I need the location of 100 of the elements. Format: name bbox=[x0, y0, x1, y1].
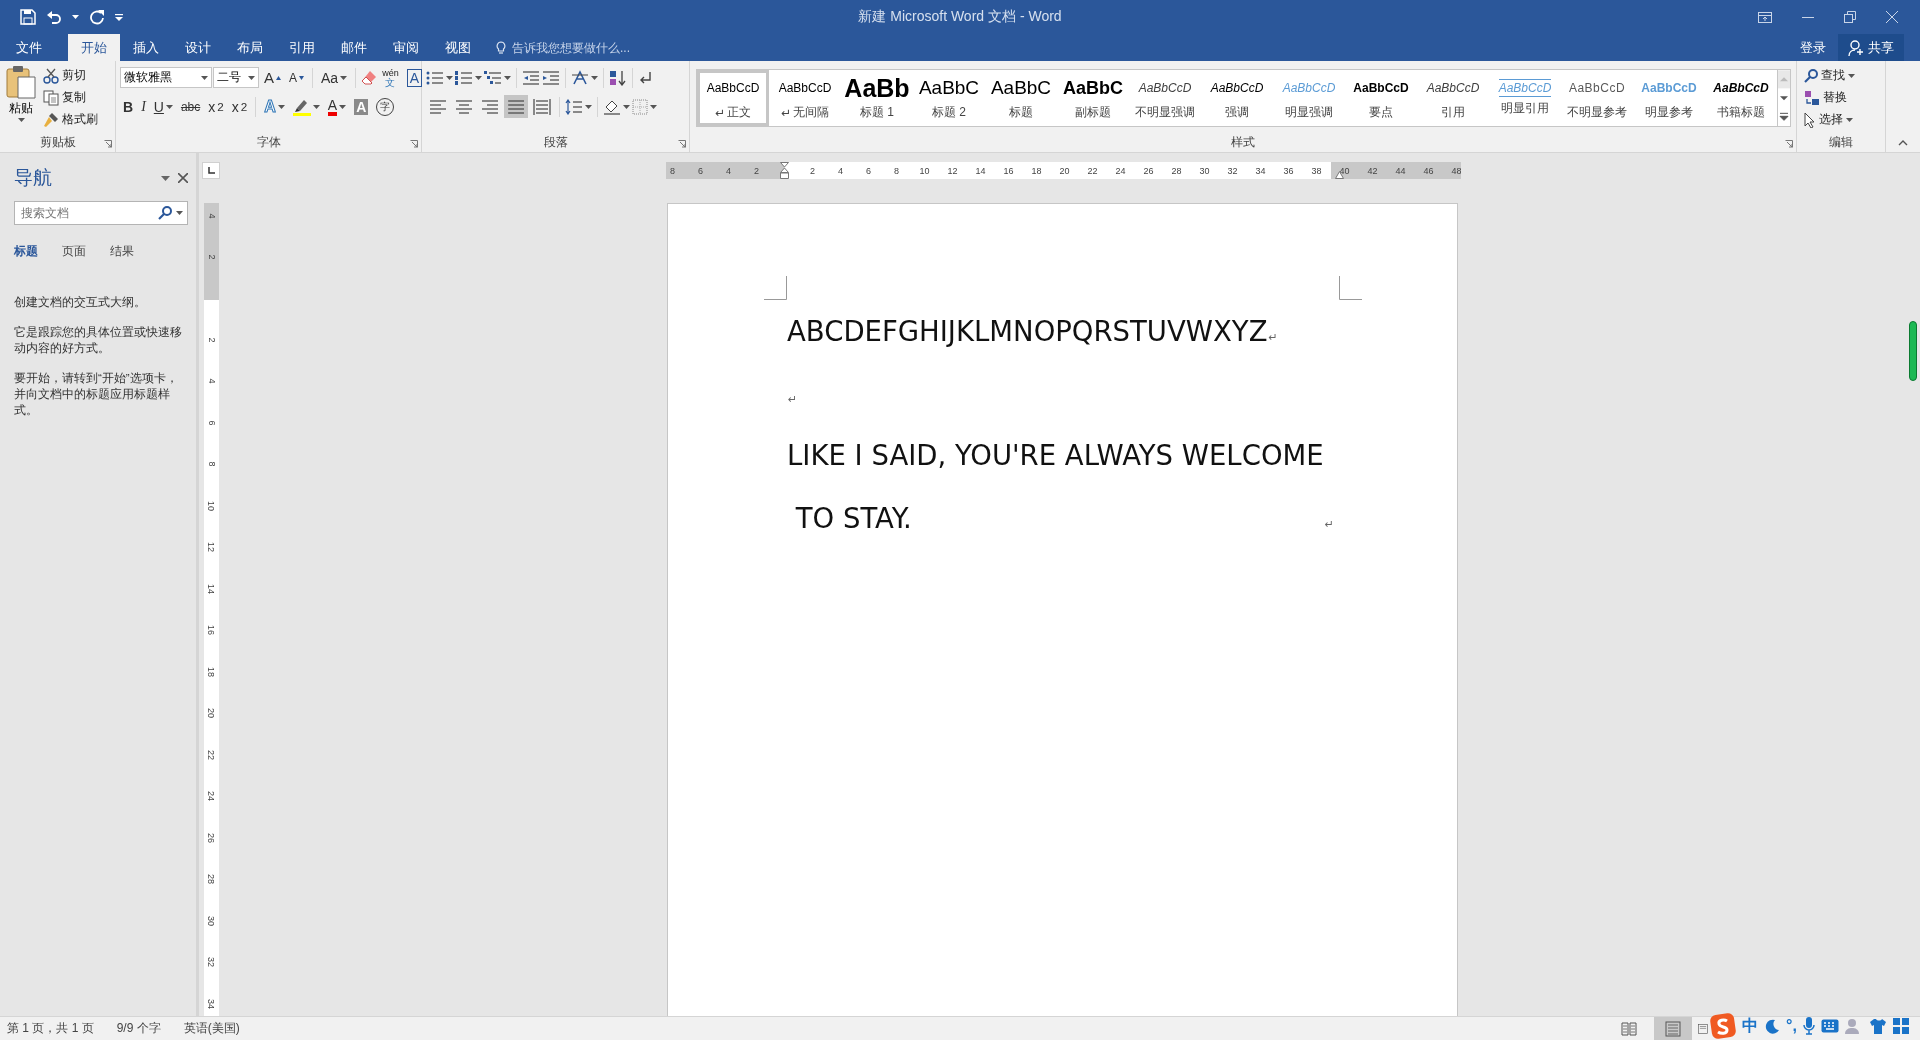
select-button[interactable]: 选择 bbox=[1801, 109, 1858, 130]
font-name-field[interactable]: 微软雅黑 bbox=[120, 67, 212, 88]
ruler-number: 20 bbox=[205, 707, 218, 721]
ribbon-tab[interactable]: 文件 bbox=[0, 34, 58, 61]
align-justify-button[interactable] bbox=[504, 95, 528, 118]
dialog-launcher-icon[interactable] bbox=[410, 140, 418, 148]
caret-icon bbox=[339, 104, 347, 109]
tab-selector[interactable] bbox=[202, 162, 220, 179]
ruler-number: 22 bbox=[1087, 165, 1098, 176]
moon-icon[interactable] bbox=[1764, 1018, 1780, 1034]
person-add-icon bbox=[1848, 39, 1864, 56]
caret-icon bbox=[248, 75, 255, 80]
sign-in-link[interactable]: 登录 bbox=[1788, 34, 1838, 61]
ribbon-tab[interactable]: 插入 bbox=[120, 34, 172, 61]
phonetic-guide-button[interactable]: wén 文 bbox=[379, 66, 402, 89]
dialog-launcher-icon[interactable] bbox=[678, 140, 686, 148]
search-field[interactable]: 搜索文档 bbox=[19, 205, 154, 221]
microphone-icon[interactable] bbox=[1802, 1017, 1815, 1035]
painter-button[interactable]: 格式刷 bbox=[40, 109, 101, 130]
grow-font-button[interactable]: A bbox=[261, 66, 284, 89]
strikethrough-button[interactable]: abc bbox=[177, 95, 204, 118]
ribbon-tab[interactable]: 审阅 bbox=[380, 34, 432, 61]
search-box[interactable]: 搜索文档 bbox=[14, 201, 188, 225]
tell-me-field[interactable]: 告诉我您想要做什么... bbox=[510, 39, 664, 56]
ime-logo-icon[interactable] bbox=[1710, 1013, 1736, 1039]
ruler-number: 6 bbox=[866, 165, 871, 176]
ruler-number: 34 bbox=[205, 997, 218, 1011]
chinese-layout-icon[interactable] bbox=[571, 69, 589, 86]
indent-marker-icon[interactable] bbox=[779, 162, 789, 179]
ribbon-tab[interactable]: 视图 bbox=[432, 34, 484, 61]
caret-icon bbox=[475, 75, 482, 80]
bold-button[interactable]: B bbox=[120, 95, 137, 118]
pane-tab[interactable]: 结果 bbox=[110, 239, 146, 264]
grid-icon[interactable] bbox=[1892, 1018, 1909, 1034]
window-title: 新建 Microsoft Word 文档 - Word bbox=[858, 8, 1062, 26]
ruler-number: 8 bbox=[670, 165, 675, 176]
find-button[interactable]: 查找 bbox=[1801, 65, 1858, 86]
down-triangle-icon bbox=[299, 75, 305, 80]
ribbon-tab[interactable]: 邮件 bbox=[328, 34, 380, 61]
numbering-icon[interactable] bbox=[455, 69, 473, 86]
align-right-icon bbox=[481, 97, 499, 116]
underline-button[interactable]: U bbox=[150, 95, 176, 118]
ribbon-tab[interactable]: 布局 bbox=[224, 34, 276, 61]
italic-button[interactable]: I bbox=[138, 95, 149, 118]
dialog-launcher-icon[interactable] bbox=[104, 140, 112, 148]
ribbon-tab[interactable]: 开始 bbox=[68, 34, 120, 61]
font-size-field[interactable]: 二号 bbox=[213, 67, 259, 88]
redo-icon[interactable] bbox=[89, 9, 105, 25]
decrease-indent-icon[interactable] bbox=[522, 69, 540, 86]
group-label: 剪贴板 bbox=[39, 133, 76, 151]
share-button[interactable]: 共享 bbox=[1838, 34, 1904, 61]
shrink-font-button[interactable]: A bbox=[286, 66, 308, 89]
margin-corner-icon bbox=[764, 276, 787, 300]
style-item[interactable]: AaBbCcD ↵ 正文 bbox=[697, 70, 769, 126]
ruler-number: 46 bbox=[1423, 165, 1434, 176]
copy-button[interactable]: 复制 bbox=[40, 87, 101, 108]
increase-indent-icon[interactable] bbox=[542, 69, 560, 86]
pane-tab[interactable]: 页面 bbox=[62, 239, 98, 264]
ruler-number: 8 bbox=[894, 165, 899, 176]
ruler-number: 30 bbox=[205, 914, 218, 928]
pane-tab[interactable]: 标题 bbox=[14, 239, 50, 264]
paste-button[interactable]: 粘贴 bbox=[4, 65, 38, 132]
replace-button[interactable]: 替换 bbox=[1801, 87, 1858, 108]
font-color-button[interactable]: A bbox=[324, 95, 350, 118]
undo-icon[interactable] bbox=[46, 9, 62, 25]
keyboard-icon[interactable] bbox=[1820, 1019, 1839, 1033]
cut-button[interactable]: 剪切 bbox=[40, 65, 101, 86]
clipboard-icon bbox=[6, 65, 36, 99]
pane-options-icon[interactable] bbox=[161, 175, 170, 181]
ribbon-tab[interactable]: 设计 bbox=[172, 34, 224, 61]
close-icon[interactable] bbox=[178, 173, 188, 183]
punctuation-toggle[interactable]: °, bbox=[1786, 1017, 1797, 1035]
collapse-ribbon-icon[interactable] bbox=[1898, 140, 1908, 146]
ruler-number: 4 bbox=[726, 165, 731, 176]
ruler-number: 36 bbox=[1283, 165, 1294, 176]
pane-title: 导航 bbox=[14, 166, 52, 190]
ruler-number: 20 bbox=[1059, 165, 1070, 176]
dialog-launcher-icon[interactable] bbox=[1785, 140, 1793, 148]
ruler-number: 12 bbox=[205, 541, 218, 555]
shading-icon[interactable] bbox=[603, 98, 621, 115]
copy-icon bbox=[43, 89, 59, 106]
restore-icon[interactable] bbox=[1844, 11, 1856, 23]
change-case-button[interactable]: Aa bbox=[318, 66, 351, 89]
shirt-icon[interactable] bbox=[1868, 1018, 1887, 1034]
ribbon-display-icon[interactable] bbox=[1758, 11, 1772, 23]
side-handle-icon[interactable] bbox=[1909, 321, 1917, 381]
customize-icon[interactable] bbox=[115, 13, 123, 21]
search-icon[interactable] bbox=[158, 206, 172, 220]
eraser-icon[interactable] bbox=[361, 69, 378, 86]
ribbon-tab[interactable]: 引用 bbox=[276, 34, 328, 61]
ruler-number: 2 bbox=[810, 165, 815, 176]
input-mode-toggle[interactable]: 中 bbox=[1742, 1015, 1758, 1037]
multilevel-list-icon[interactable] bbox=[484, 69, 502, 86]
line-spacing-icon[interactable] bbox=[565, 98, 583, 115]
save-icon[interactable] bbox=[20, 9, 36, 25]
paragraph-mark-icon[interactable] bbox=[638, 69, 652, 86]
bullets-icon[interactable] bbox=[426, 69, 444, 86]
ruler-number: 26 bbox=[1143, 165, 1154, 176]
sort-icon[interactable] bbox=[609, 69, 627, 86]
replace-icon bbox=[1804, 89, 1820, 106]
